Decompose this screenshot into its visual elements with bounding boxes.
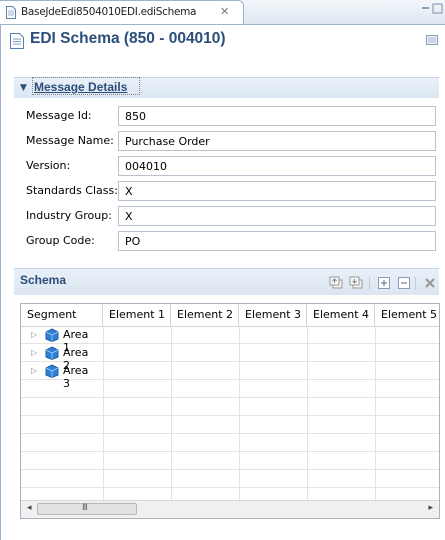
- tab-title: BaseJdeEdi8504010EDI.ediSchema: [21, 6, 197, 18]
- table-row[interactable]: [21, 398, 439, 416]
- industry-group-field[interactable]: X: [118, 206, 436, 226]
- toolbar-separator: [369, 277, 370, 290]
- document-icon: [6, 6, 16, 19]
- schema-label: Schema: [20, 273, 67, 287]
- move-up-icon[interactable]: [329, 276, 343, 290]
- page-title: EDI Schema (850 - 004010): [30, 30, 226, 47]
- group-code-field[interactable]: PO: [118, 231, 436, 251]
- table-header: Segment Element 1 Element 2 Element 3 El…: [21, 304, 439, 327]
- message-id-label: Message Id:: [26, 109, 92, 122]
- message-name-label: Message Name:: [26, 134, 114, 147]
- schema-toolbar: [329, 276, 437, 292]
- close-tab-icon[interactable]: ✕: [220, 5, 229, 18]
- table-row[interactable]: [21, 434, 439, 452]
- message-id-field[interactable]: 850: [118, 106, 436, 126]
- message-name-field[interactable]: Purchase Order: [118, 131, 436, 151]
- schema-document-icon: [10, 33, 24, 49]
- message-details-section-header[interactable]: ▼ Message Details: [14, 77, 439, 98]
- table-row[interactable]: [21, 416, 439, 434]
- move-down-icon[interactable]: [349, 276, 363, 290]
- expand-arrow-icon[interactable]: ▷: [31, 366, 37, 375]
- table-row[interactable]: [21, 470, 439, 488]
- scroll-right-icon[interactable]: ▸: [428, 503, 433, 513]
- editor-tab[interactable]: BaseJdeEdi8504010EDI.ediSchema ✕: [0, 0, 244, 24]
- cube-icon: [45, 328, 59, 342]
- view-menu-icon[interactable]: [426, 35, 438, 45]
- tree-node-label[interactable]: Area 3: [63, 364, 88, 390]
- toolbar-separator: [415, 277, 416, 290]
- editor-border: [0, 25, 1, 540]
- cube-icon: [45, 346, 59, 360]
- standards-class-label: Standards Class:: [26, 184, 118, 197]
- table-row[interactable]: [21, 452, 439, 470]
- editor-tab-bar: BaseJdeEdi8504010EDI.ediSchema ✕: [0, 0, 445, 25]
- industry-group-label: Industry Group:: [26, 209, 112, 222]
- collapse-all-icon[interactable]: [397, 276, 411, 290]
- scroll-left-icon[interactable]: ◂: [27, 503, 32, 513]
- column-header-element-4[interactable]: Element 4: [307, 304, 375, 326]
- expand-arrow-icon[interactable]: ▷: [31, 330, 37, 339]
- column-header-element-2[interactable]: Element 2: [171, 304, 239, 326]
- version-field[interactable]: 004010: [118, 156, 436, 176]
- horizontal-scrollbar[interactable]: ◂ III ▸: [21, 500, 439, 518]
- grip-icon: III: [82, 503, 88, 513]
- schema-table[interactable]: Segment Element 1 Element 2 Element 3 El…: [20, 303, 440, 519]
- focus-outline: [32, 77, 140, 95]
- group-code-label: Group Code:: [26, 234, 95, 247]
- column-header-element-3[interactable]: Element 3: [239, 304, 307, 326]
- cube-icon: [45, 364, 59, 378]
- delete-icon[interactable]: [423, 276, 437, 290]
- standards-class-field[interactable]: X: [118, 181, 436, 201]
- minimize-maximize-icon[interactable]: [421, 2, 443, 16]
- editor-header: EDI Schema (850 - 004010): [8, 30, 438, 56]
- version-label: Version:: [26, 159, 71, 172]
- expand-all-icon[interactable]: [377, 276, 391, 290]
- column-header-element-5[interactable]: Element 5: [375, 304, 439, 326]
- column-header-element-1[interactable]: Element 1: [103, 304, 171, 326]
- column-header-segment[interactable]: Segment: [21, 304, 103, 326]
- expand-arrow-icon[interactable]: ▷: [31, 348, 37, 357]
- scrollbar-thumb[interactable]: III: [37, 503, 137, 515]
- collapse-icon[interactable]: ▼: [20, 83, 27, 93]
